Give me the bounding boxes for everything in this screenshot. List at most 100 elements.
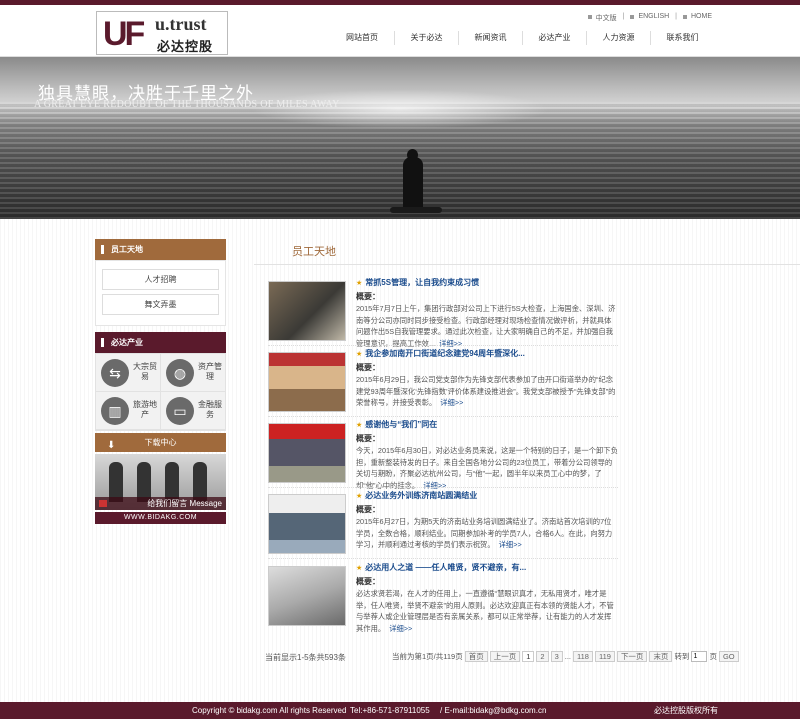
trade-icon: ⇆	[101, 359, 129, 387]
page-unit: 页	[709, 652, 717, 661]
nav-contact[interactable]: 联系我们	[650, 31, 714, 45]
paging-summary: 当前显示1-5条共593条	[265, 653, 346, 662]
person-figure	[193, 462, 207, 502]
logo[interactable]: UF u.trust 必达控股	[96, 11, 228, 55]
article-summary-label: 概要：	[356, 292, 380, 301]
person-figure	[137, 462, 151, 502]
last-page-button[interactable]: 末页	[649, 651, 673, 662]
article-summary: 2015年6月29日，我公司党支部作为先锋支部代表参加了由开口街道举办的“纪念建…	[356, 374, 618, 409]
goto-page-input[interactable]	[691, 651, 708, 662]
divider	[268, 345, 618, 346]
footer-copyright: Copyright © bidakg.com All rights Reserv…	[192, 706, 347, 715]
sidebar-item-recruitment[interactable]: 人才招聘	[102, 269, 219, 290]
thumbnail-image	[269, 424, 345, 482]
footer: Copyright © bidakg.com All rights Reserv…	[0, 702, 800, 719]
divider: |	[622, 13, 625, 20]
page-number[interactable]: 2	[536, 651, 549, 662]
globe-icon: ◍	[166, 359, 194, 387]
message-banner[interactable]: 给我们留言 Message	[95, 454, 226, 510]
goto-label: 转到	[674, 652, 690, 661]
lang-english[interactable]: ENGLISH	[630, 13, 669, 23]
article-item: 感谢他与“我们”同在概要： 今天，2015年6月30日，对必达业务员来说，这是一个…	[268, 419, 618, 490]
business-grid: ⇆ 大宗贸易 ◍ 资产管理 ▥ 旅游地产 ▭ 金融服务	[95, 353, 226, 431]
article-summary: 今天，2015年6月30日，对必达业务员来说，这是一个特别的日子，是一个卸下负担…	[356, 445, 618, 491]
business-asset[interactable]: ◍ 资产管理	[161, 354, 226, 392]
article-thumbnail[interactable]	[268, 566, 346, 626]
message-icon	[99, 500, 107, 507]
article-summary-label: 概要：	[356, 505, 380, 514]
sidebar-title-industry: 必达产业	[95, 332, 226, 353]
banner-rock	[390, 207, 442, 213]
download-label: 下载中心	[144, 438, 177, 447]
article-more-link[interactable]: 详细>>	[389, 624, 412, 633]
card-icon: ▭	[166, 397, 194, 425]
go-button[interactable]: GO	[718, 651, 739, 662]
article-summary: 2015年7月7日上午，集团行政部对公司上下进行5S大检查，上海国金、深圳、济南…	[356, 303, 618, 349]
download-icon: ⬇	[107, 440, 116, 451]
page-number[interactable]: 119	[594, 651, 615, 662]
article-summary: 必达求贤若渴，在人才的任用上，一直遵循“慧眼识真才，无私用贤才，唯才是举，任人唯…	[356, 588, 618, 634]
business-trade[interactable]: ⇆ 大宗贸易	[96, 354, 161, 392]
lang-home[interactable]: HOME	[683, 13, 712, 23]
footer-tel: Tel:+86-571-87911055	[350, 706, 430, 715]
nav-news[interactable]: 新闻资讯	[458, 31, 522, 45]
business-label: 大宗贸易	[133, 362, 157, 381]
business-finance[interactable]: ▭ 金融服务	[161, 392, 226, 430]
article-more-link[interactable]: 详细>>	[423, 481, 446, 490]
article-title[interactable]: 我企参加南开口街道纪念建党94周年暨深化...	[356, 348, 525, 359]
person-figure	[165, 462, 179, 502]
site-url: WWW.BIDAKG.COM	[95, 512, 226, 524]
prev-page-button[interactable]: 上一页	[489, 651, 521, 662]
article-thumbnail[interactable]	[268, 281, 346, 341]
thumbnail-image	[269, 495, 345, 553]
page-info: 当前为第1页/共119页	[392, 652, 463, 661]
nav-about[interactable]: 关于必达	[394, 31, 458, 45]
lang-chinese[interactable]: 中文版	[587, 13, 617, 23]
logo-brand-en: u.trust	[155, 14, 207, 34]
thumbnail-image	[269, 567, 345, 625]
building-icon: ▥	[101, 397, 129, 425]
pagination: 当前为第1页/共119页 首页 上一页 1 2 3 ... 118 119 下一…	[392, 651, 739, 662]
nav-industry[interactable]: 必达产业	[522, 31, 586, 45]
article-title[interactable]: 必达用人之道 ——任人唯贤，贤不避亲，有...	[356, 562, 526, 573]
message-people	[109, 462, 207, 502]
business-realestate[interactable]: ▥ 旅游地产	[96, 392, 161, 430]
download-center-button[interactable]: ⬇ 下载中心	[95, 433, 226, 452]
article-summary-text: 今天，2015年6月30日，对必达业务员来说，这是一个特别的日子，是一个卸下负担…	[356, 446, 618, 490]
article-thumbnail[interactable]	[268, 494, 346, 554]
sidebar-item-writing[interactable]: 舞文弄墨	[102, 294, 219, 315]
article-thumbnail[interactable]	[268, 352, 346, 412]
article-title[interactable]: 感谢他与“我们”同在	[356, 419, 437, 430]
nav-home[interactable]: 网站首页	[330, 31, 394, 45]
article-item: 我企参加南开口街道纪念建党94周年暨深化... 概要： 2015年6月29日，我公司…	[268, 348, 618, 416]
language-bar: 中文版 | ENGLISH | HOME	[587, 13, 712, 23]
divider	[268, 558, 618, 559]
article-more-link[interactable]: 详细>>	[440, 398, 463, 407]
article-title[interactable]: 必达业务外训练济南站圆满结业	[356, 490, 477, 501]
main-content: 员工天地	[254, 239, 800, 265]
article-more-link[interactable]: 详细>>	[439, 339, 462, 348]
divider	[268, 487, 618, 488]
sidebar-links: 人才招聘 舞文弄墨	[95, 260, 226, 326]
page-title: 员工天地	[254, 239, 800, 265]
next-page-button[interactable]: 下一页	[616, 651, 648, 662]
article-item: 必达用人之道 ——任人唯贤，贤不避亲，有... 概要： 必达求贤若渴，在人才的任用上…	[268, 562, 618, 633]
article-thumbnail[interactable]	[268, 423, 346, 483]
article-summary-text: 2015年7月7日上午，集团行政部对公司上下进行5S大检查，上海国金、深圳、济南…	[356, 304, 616, 348]
article-summary-label: 概要：	[356, 434, 380, 443]
person-figure	[109, 462, 123, 502]
main-nav: 网站首页 关于必达 新闻资讯 必达产业 人力资源 联系我们	[330, 31, 714, 45]
sidebar-title-staff: 员工天地	[95, 239, 226, 260]
article-item: 必达业务外训练济南站圆满结业概要： 2015年6月27日，为期5天的济南站业务培训…	[268, 490, 618, 558]
page-number[interactable]: 3	[550, 651, 563, 662]
page-number[interactable]: 1	[522, 651, 535, 662]
nav-hr[interactable]: 人力资源	[586, 31, 650, 45]
footer-rights: 必达控股版权所有	[654, 706, 718, 715]
first-page-button[interactable]: 首页	[464, 651, 488, 662]
article-title[interactable]: 常抓5S管理，让自我约束成习惯	[356, 277, 479, 288]
sidebar: 员工天地 人才招聘 舞文弄墨 必达产业 ⇆ 大宗贸易 ◍ 资产管理 ▥ 旅游地产…	[95, 239, 226, 524]
message-label: 给我们留言 Message	[147, 499, 222, 508]
page-number[interactable]: 118	[573, 651, 593, 662]
article-more-link[interactable]: 详细>>	[499, 540, 522, 549]
article-summary: 2015年6月27日，为期5天的济南站业务培训圆满结业了。济南站首次培训的7位学…	[356, 516, 618, 551]
